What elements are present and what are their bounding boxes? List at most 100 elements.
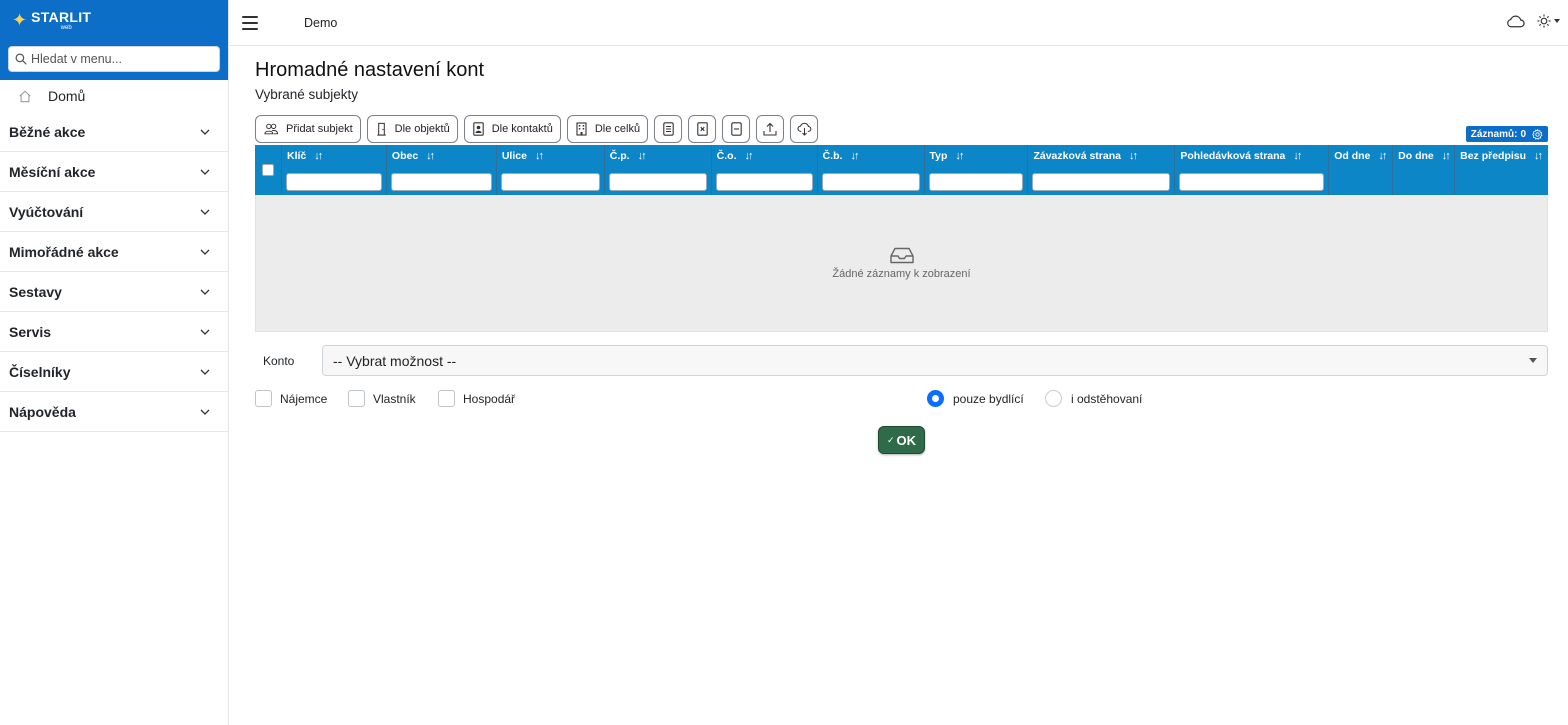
column-filter-input[interactable] [500,173,600,191]
sidebar-item-napoveda[interactable]: Nápověda [0,392,228,432]
menu-search [8,46,220,72]
checkbox-najemce[interactable]: Nájemce [255,390,327,407]
sidebar-item-ciselniky[interactable]: Číselníky [0,352,228,392]
column-header-c-p[interactable]: Č.p. ↓↑ [605,145,712,195]
column-header-zavazkova-strana[interactable]: Závazková strana ↓↑ [1028,145,1176,195]
column-label: Obec [391,150,419,162]
column-header-od-dne[interactable]: Od dne ↓↑ [1329,145,1394,195]
sort-icon[interactable]: ↓↑ [955,150,964,162]
document-list-button[interactable] [654,115,683,143]
by-units-button[interactable]: Dle celků [566,115,649,143]
document-minus-icon [730,122,742,136]
checkbox-najemce-box[interactable] [255,390,272,407]
check-icon: ✓ [886,434,895,445]
chevron-down-icon [200,129,210,135]
sidebar-item-label: Vyúčtování [9,203,84,220]
konto-select-value: -- Vybrat možnost -- [333,352,457,369]
column-filter-input[interactable] [285,173,382,191]
checkbox-vlastnik-box[interactable] [348,390,365,407]
sidebar-item-mesicni-akce[interactable]: Měsíční akce [0,152,228,192]
theme-toggle-button[interactable] [1537,14,1560,28]
column-filter-input[interactable] [928,173,1024,191]
records-count: 0 [1520,128,1526,140]
sort-icon[interactable]: ↓↑ [1534,150,1543,162]
by-contacts-button[interactable]: Dle kontaktů [463,115,561,143]
column-header-pohledavkova-strana[interactable]: Pohledávková strana ↓↑ [1175,145,1330,195]
sort-icon[interactable]: ↓↑ [1378,150,1387,162]
cloud-icon[interactable] [1506,14,1525,28]
chevron-down-icon [200,169,210,175]
column-filter-input[interactable] [608,173,707,191]
column-header-obec[interactable]: Obec ↓↑ [387,145,497,195]
hamburger-menu-icon[interactable] [242,15,258,30]
sort-icon[interactable]: ↓↑ [745,150,754,162]
brand-logo[interactable]: ✦ STARLIT web [0,0,228,40]
column-filter-input[interactable] [715,173,813,191]
column-header-c-o[interactable]: Č.o. ↓↑ [712,145,818,195]
column-header-ulice[interactable]: Ulice ↓↑ [497,145,605,195]
konto-select[interactable]: -- Vybrat možnost -- [322,345,1548,376]
column-header-klic[interactable]: Klíč ↓↑ [282,145,387,195]
column-filter-input[interactable] [1179,173,1325,191]
sidebar-item-home[interactable]: Domů [0,80,228,112]
column-label: Klíč [286,150,307,162]
column-label: Od dne [1334,150,1371,162]
radio-pouze-bydlici-dot[interactable] [927,390,944,407]
gear-icon[interactable] [1532,128,1543,140]
sort-icon[interactable]: ↓↑ [314,150,323,162]
checkbox-label: Nájemce [280,391,328,406]
sort-icon[interactable]: ↓↑ [1129,150,1138,162]
sidebar-item-sestavy[interactable]: Sestavy [0,272,228,312]
radio-pouze-bydlici[interactable]: pouze bydlící [927,390,1024,407]
cloud-download-button[interactable] [790,115,819,143]
sort-icon[interactable]: ↓↑ [1442,150,1451,162]
ok-button[interactable]: ✓ OK [878,426,925,454]
export-button[interactable] [756,115,785,143]
column-filter-input[interactable] [821,173,920,191]
sidebar-item-servis[interactable]: Servis [0,312,228,352]
caret-down-icon [1529,358,1537,363]
checkbox-hospodar-box[interactable] [438,390,455,407]
sidebar-item-bezne-akce[interactable]: Běžné akce [0,112,228,152]
sort-icon[interactable]: ↓↑ [638,150,647,162]
building-icon [576,122,587,136]
column-header-typ[interactable]: Typ ↓↑ [925,145,1029,195]
sidebar-item-label: Domů [48,88,86,104]
column-header-do-dne[interactable]: Do dne ↓↑ [1393,145,1456,195]
sun-icon [1537,14,1551,28]
column-header-bez-predpisu[interactable]: Bez předpisu ↓↑ [1455,145,1548,195]
ok-label: OK [896,432,917,448]
checkbox-vlastnik[interactable]: Vlastník [348,390,416,407]
add-subject-button[interactable]: Přidat subjekt [255,115,361,143]
by-objects-button[interactable]: Dle objektů [366,115,458,143]
sort-icon[interactable]: ↓↑ [535,150,544,162]
sidebar-item-vyuctovani[interactable]: Vyúčtování [0,192,228,232]
column-label: Závazková strana [1033,150,1121,162]
sort-icon[interactable]: ↓↑ [850,150,859,162]
records-label: Záznamů: [1470,128,1518,140]
checkbox-hospodar[interactable]: Hospodář [438,390,515,407]
document-list-icon [662,122,674,136]
select-all-checkbox[interactable] [261,164,274,176]
clear-document-button[interactable] [722,115,751,143]
column-label: Č.p. [609,150,630,162]
empty-state-text: Žádné záznamy k zobrazení [832,267,971,280]
column-filter-input[interactable] [1032,173,1171,191]
sidebar-item-label: Měsíční akce [9,163,96,180]
radio-i-odstehovani-dot[interactable] [1045,390,1062,407]
sort-icon[interactable]: ↓↑ [1293,150,1302,162]
column-label: Ulice [501,150,527,162]
radio-label: i odstěhovaní [1071,391,1143,406]
inbox-icon [889,247,914,263]
chevron-down-icon [200,329,210,335]
column-filter-input[interactable] [390,173,492,191]
remove-document-button[interactable] [688,115,717,143]
radio-i-odstehovani[interactable]: i odstěhovaní [1045,390,1142,407]
by-units-label: Dle celků [594,123,641,135]
sidebar-item-mimoradne-akce[interactable]: Mimořádné akce [0,232,228,272]
cloud-download-icon [797,122,812,136]
sort-icon[interactable]: ↓↑ [426,150,435,162]
sidebar: ✦ STARLIT web Domů Běžné akce Měsíční akc… [0,0,229,725]
column-header-c-b[interactable]: Č.b. ↓↑ [818,145,925,195]
menu-search-input[interactable] [31,52,219,66]
